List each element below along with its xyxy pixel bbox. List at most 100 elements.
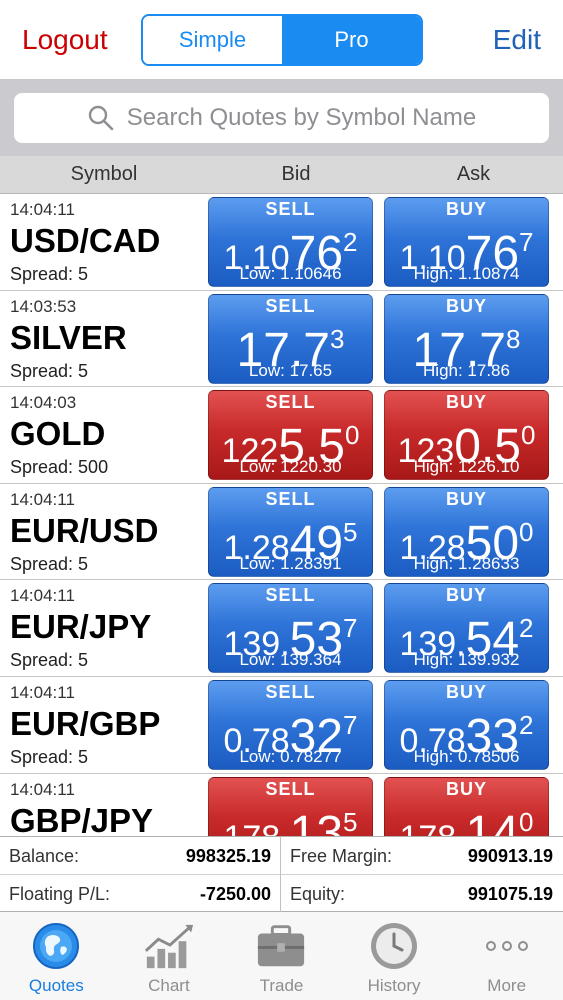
quote-spread: Spread: 5 [10,264,89,284]
quote-time: 14:04:11 [10,200,75,219]
globe-icon [33,923,80,969]
column-header-row: Symbol Bid Ask [0,156,563,194]
bid-price-sup: 5 [343,516,358,547]
quote-time: 14:04:03 [10,393,77,413]
high-value: High: 1.28633 [413,553,520,573]
search-bar: Search Quotes by Symbol Name [0,80,563,156]
balance-label: Balance: [9,846,80,866]
ask-price-sup: 0 [521,420,536,451]
column-header-ask: Ask [456,163,491,185]
quote-row[interactable]: 14:04:03 GOLD Spread: 500 SELL 1225.50 Low: 1… [0,387,563,484]
bid-price: 17.73 [209,315,372,375]
buy-button[interactable]: BUY 0.78332 High: 0.78506 [384,679,549,770]
sell-button[interactable]: SELL 1.28495 Low: 1.28391 [208,486,373,577]
ask-price: 178.140 [385,798,548,836]
quote-symbol: GBP/JPY [10,801,154,836]
quote-symbol: SILVER [10,318,127,356]
sell-button[interactable]: SELL 0.78327 Low: 0.78277 [208,679,373,770]
bid-price: 139.537 [209,604,372,664]
bid-label: SELL [265,681,316,702]
buy-button[interactable]: BUY178.140 [384,776,549,836]
quote-spread: Spread: 500 [10,457,109,478]
sell-button[interactable]: SELL 17.73 Low: 17.65 [208,293,373,384]
ask-price: 0.78332 [385,701,548,761]
buy-button[interactable]: BUY 1230.50 High: 1226.10 [384,390,549,481]
quote-symbol: EUR/JPY [10,608,152,646]
quote-time: 14:04:11 [10,682,75,702]
tab-trade[interactable]: Trade [225,912,338,1000]
briefcase-icon [258,925,305,967]
ask-price: 1.10767 [385,218,548,278]
buy-button[interactable]: BUY 1.10767 High: 1.10874 [384,197,549,287]
edit-button[interactable]: Edit [493,24,541,56]
equity-value: 991075.19 [467,884,553,904]
tab-bar: Quotes Chart Trade History More [0,912,563,1000]
sell-button[interactable]: SELL 1225.50 Low: 1220.30 [208,390,373,481]
tab-more[interactable]: More [450,912,563,1000]
ask-price-pre: 178. [399,819,465,836]
quote-row[interactable]: 14:03:53 SILVER Spread: 5 SELL 17.73 Low: 17.… [0,291,563,388]
ask-label: BUY [445,488,487,509]
segment-pro[interactable]: Pro [282,16,421,64]
bid-price: 178.135 [209,798,372,836]
sell-button[interactable]: SELL178.135 [208,776,373,836]
floating-pl-label: Floating P/L: [9,884,111,904]
tab-more-label: More [487,976,527,995]
buy-button[interactable]: BUY 139.542 High: 139.932 [384,583,549,674]
sell-button[interactable]: SELL 139.537 Low: 139.364 [208,583,373,674]
quote-row[interactable]: 14:04:11 EUR/USD Spread: 5 SELL 1.28495 Low: … [0,484,563,581]
chart-icon [144,924,193,969]
quote-symbol: USD/CAD [10,222,161,259]
quote-symbol: EUR/USD [10,511,159,549]
quote-row[interactable]: 14:04:11 EUR/JPY Spread: 5 SELL 139.537 Low: … [0,580,563,677]
search-placeholder: Search Quotes by Symbol Name [126,104,477,131]
ask-price-sup: 8 [505,323,521,354]
buy-button[interactable]: BUY 1.28500 High: 1.28633 [384,486,549,577]
ask-label: BUY [445,199,487,219]
navigation-bar: Logout Simple Pro Edit [0,0,563,80]
clock-icon [371,923,418,969]
column-header-symbol: Symbol [70,163,138,185]
bid-label: SELL [265,199,316,219]
search-input[interactable]: Search Quotes by Symbol Name [14,93,549,143]
tab-history[interactable]: History [338,912,451,1000]
quote-row[interactable]: 14:04:11 USD/CAD Spread: 5 SELL 1.10762 Low: … [0,194,563,291]
quote-spread: Spread: 5 [10,650,89,671]
high-value: High: 1226.10 [413,457,520,477]
quotes-list[interactable]: 14:04:11 USD/CAD Spread: 5 SELL 1.10762 Low: … [0,194,563,836]
ask-price-sup: 7 [519,227,534,257]
equity-label: Equity: [290,884,346,904]
bid-label: SELL [265,295,316,316]
high-value: High: 0.78506 [413,746,520,766]
buy-button[interactable]: BUY 17.78 High: 17.86 [384,293,549,384]
quote-spread: Spread: 5 [10,553,89,574]
ask-price: 1.28500 [385,508,548,568]
balance-value: 998325.19 [185,846,271,866]
tab-quotes-label: Quotes [28,976,84,995]
bid-label: SELL [265,585,316,606]
account-summary: Balance: 998325.19 Free Margin: 990913.1… [0,836,563,913]
low-value: Low: 1.10646 [239,264,342,283]
ask-label: BUY [445,585,487,606]
tab-quotes[interactable]: Quotes [0,912,113,1000]
quote-time: 14:04:11 [10,586,75,606]
ask-price-sup: 2 [519,709,534,740]
ask-price-sup: 0 [519,806,534,836]
ask-price: 139.542 [385,604,548,664]
bid-price-sup: 0 [345,420,360,451]
quote-row[interactable]: 14:04:11 EUR/GBP Spread: 5 SELL 0.78327 Low: … [0,677,563,774]
ask-price-sup: 2 [519,613,534,644]
mode-segmented-control: Simple Pro [141,14,423,66]
quote-row[interactable]: 14:04:11GBP/JPYSELL178.135BUY178.140 [0,774,563,836]
tab-trade-label: Trade [259,976,304,995]
ask-label: BUY [445,681,487,702]
low-value: Low: 1.28391 [239,553,342,573]
quote-spread: Spread: 5 [10,360,89,381]
segment-simple[interactable]: Simple [143,16,282,64]
high-value: High: 17.86 [423,360,510,380]
logout-button[interactable]: Logout [22,24,108,56]
sell-button[interactable]: SELL 1.10762 Low: 1.10646 [208,197,373,287]
high-value: High: 139.932 [413,650,520,670]
tab-chart[interactable]: Chart [113,912,226,1000]
high-value: High: 1.10874 [413,264,520,283]
